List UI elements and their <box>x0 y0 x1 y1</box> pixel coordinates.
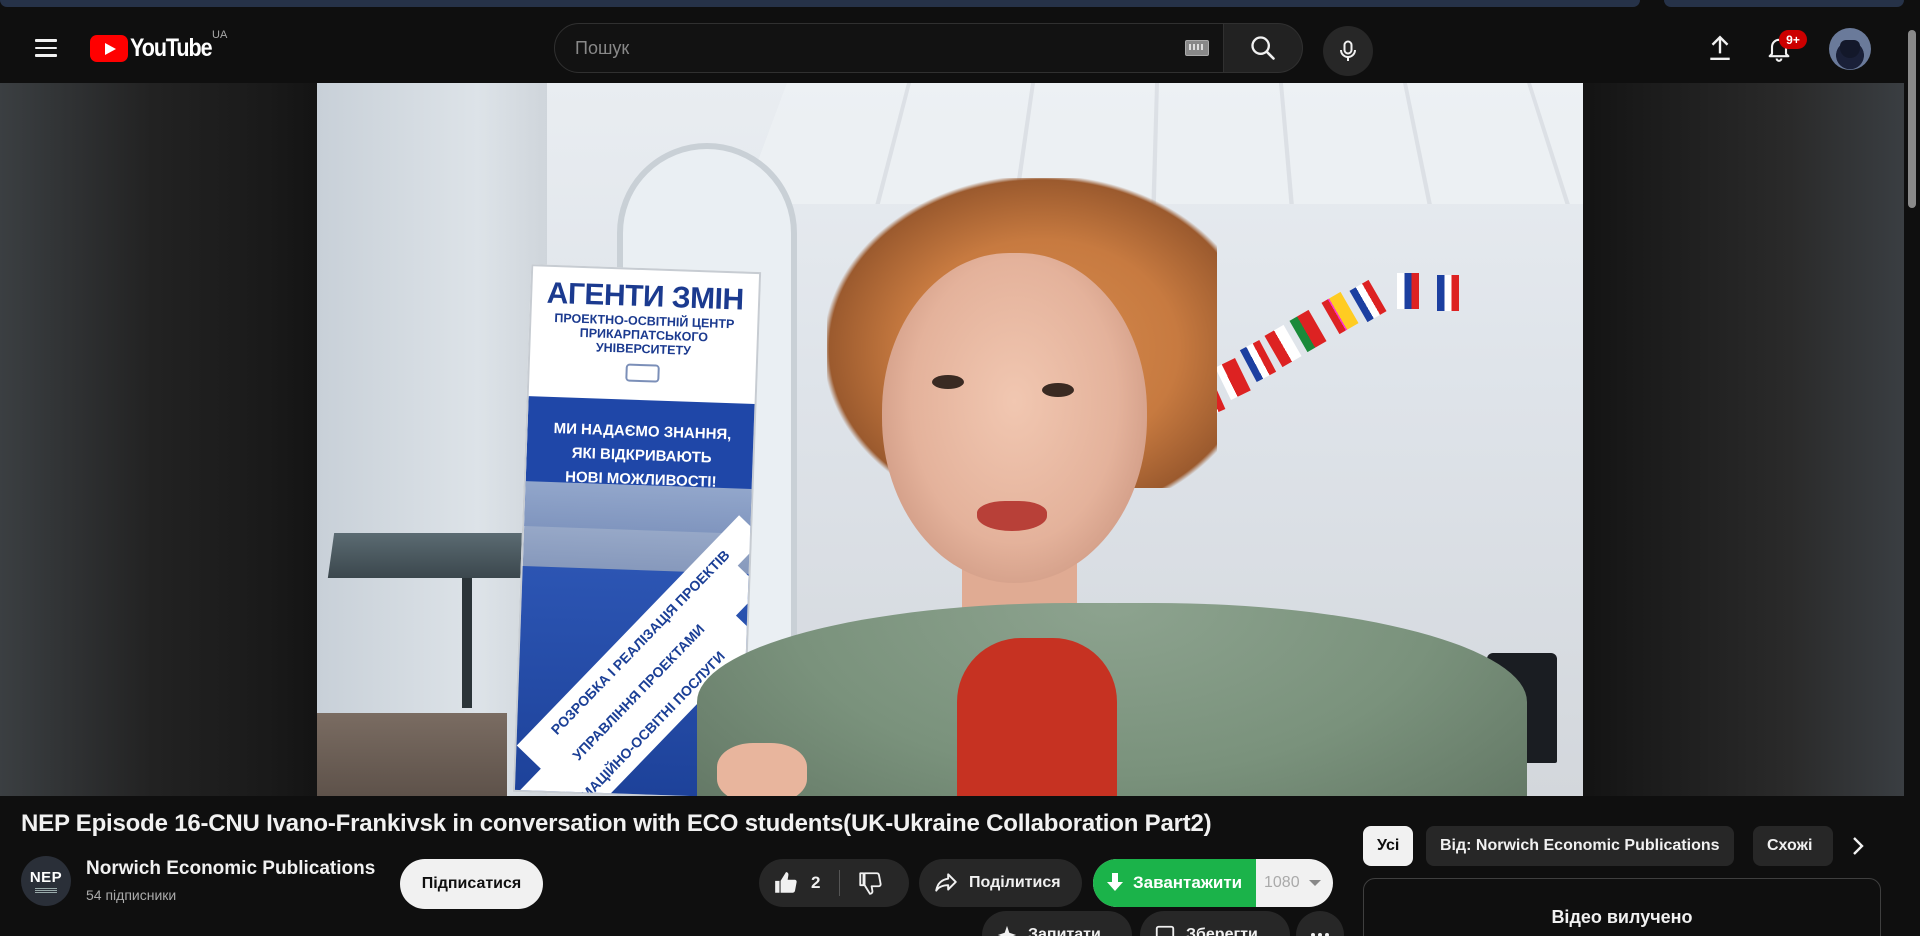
youtube-logo[interactable]: YouTube <box>90 33 225 63</box>
user-avatar[interactable] <box>1829 28 1871 70</box>
upload-icon <box>1710 35 1730 60</box>
microphone-icon <box>1340 40 1356 61</box>
video-title: NEP Episode 16-CNU Ivano-Frankivsk in co… <box>21 810 1212 837</box>
browser-tab-strip <box>0 0 1920 8</box>
chip-similar[interactable]: Схожі <box>1753 826 1833 866</box>
browser-tab[interactable] <box>1664 0 1904 7</box>
thumbs-down-icon <box>859 872 882 895</box>
browser-tab-active[interactable] <box>0 0 1640 7</box>
subscriber-count: 54 підписники <box>86 887 177 903</box>
like-dislike-group: 2 <box>759 859 909 907</box>
logo-text: YouTube <box>130 33 213 62</box>
subscribe-button[interactable]: Підписатися <box>400 859 543 909</box>
download-quality-select[interactable]: 1080 <box>1256 874 1333 892</box>
save-label: Зберегти <box>1186 926 1258 936</box>
removed-video-card: Відео вилучено <box>1363 878 1881 936</box>
notification-count-badge: 9+ <box>1779 30 1807 49</box>
removed-video-message: Відео вилучено <box>1551 907 1693 927</box>
ask-label: Запитати <box>1028 926 1101 936</box>
keyboard-icon[interactable] <box>1185 40 1209 56</box>
search-input[interactable] <box>575 37 1155 59</box>
search-box <box>554 23 1224 73</box>
ask-button[interactable]: Запитати <box>982 911 1132 936</box>
download-button[interactable]: Завантажити <box>1093 859 1256 907</box>
more-horizontal-icon <box>1311 933 1329 936</box>
channel-name-link[interactable]: Norwich Economic Publications <box>86 858 375 880</box>
video-frame[interactable]: АГЕНТИ ЗМІН ПРОЕКТНО-ОСВІТНІЙ ЦЕНТР ПРИК… <box>317 83 1583 796</box>
sparkle-icon <box>997 925 1017 936</box>
chip-from-channel[interactable]: Від: Norwich Economic Publications <box>1426 826 1734 866</box>
chevron-right-icon <box>1853 837 1864 855</box>
search-icon <box>1251 36 1275 60</box>
save-button[interactable]: Зберегти <box>1140 911 1290 936</box>
chip-scroll-next-button[interactable] <box>1838 826 1878 866</box>
scrollbar-thumb[interactable] <box>1908 30 1916 208</box>
chip-all[interactable]: Усі <box>1363 826 1414 866</box>
save-playlist-icon <box>1155 925 1175 936</box>
share-button[interactable]: Поділитися <box>919 859 1082 907</box>
download-quality-value: 1080 <box>1264 874 1300 891</box>
share-icon <box>935 873 957 892</box>
download-arrow-icon <box>1107 873 1123 891</box>
dislike-button[interactable] <box>857 870 883 901</box>
voice-search-button[interactable] <box>1323 26 1373 76</box>
more-actions-button[interactable] <box>1296 911 1344 936</box>
download-label: Завантажити <box>1133 873 1243 892</box>
share-label: Поділитися <box>969 874 1061 891</box>
download-group: Завантажити 1080 <box>1093 859 1333 907</box>
create-upload-button[interactable] <box>1700 28 1740 68</box>
youtube-play-icon <box>90 34 128 62</box>
region-code: UA <box>212 29 228 41</box>
channel-avatar[interactable]: NEP <box>21 856 71 906</box>
hamburger-menu-icon[interactable] <box>26 28 66 68</box>
channel-avatar-text: NEP <box>29 868 63 886</box>
video-player[interactable]: АГЕНТИ ЗМІН ПРОЕКТНО-ОСВІТНІЙ ЦЕНТР ПРИК… <box>0 83 1904 796</box>
like-count[interactable]: 2 <box>811 873 820 893</box>
masthead: YouTube UA 9+ <box>0 8 1904 83</box>
presenter-face <box>882 253 1147 583</box>
video-info: NEP Episode 16-CNU Ivano-Frankivsk in co… <box>0 796 1360 936</box>
search-button[interactable] <box>1224 23 1303 73</box>
page-scrollbar[interactable] <box>1904 8 1920 936</box>
related-sidebar: Усі Від: Norwich Economic Publications С… <box>1360 796 1904 936</box>
thumbs-up-icon[interactable] <box>773 870 799 896</box>
chevron-down-icon <box>1308 880 1321 886</box>
